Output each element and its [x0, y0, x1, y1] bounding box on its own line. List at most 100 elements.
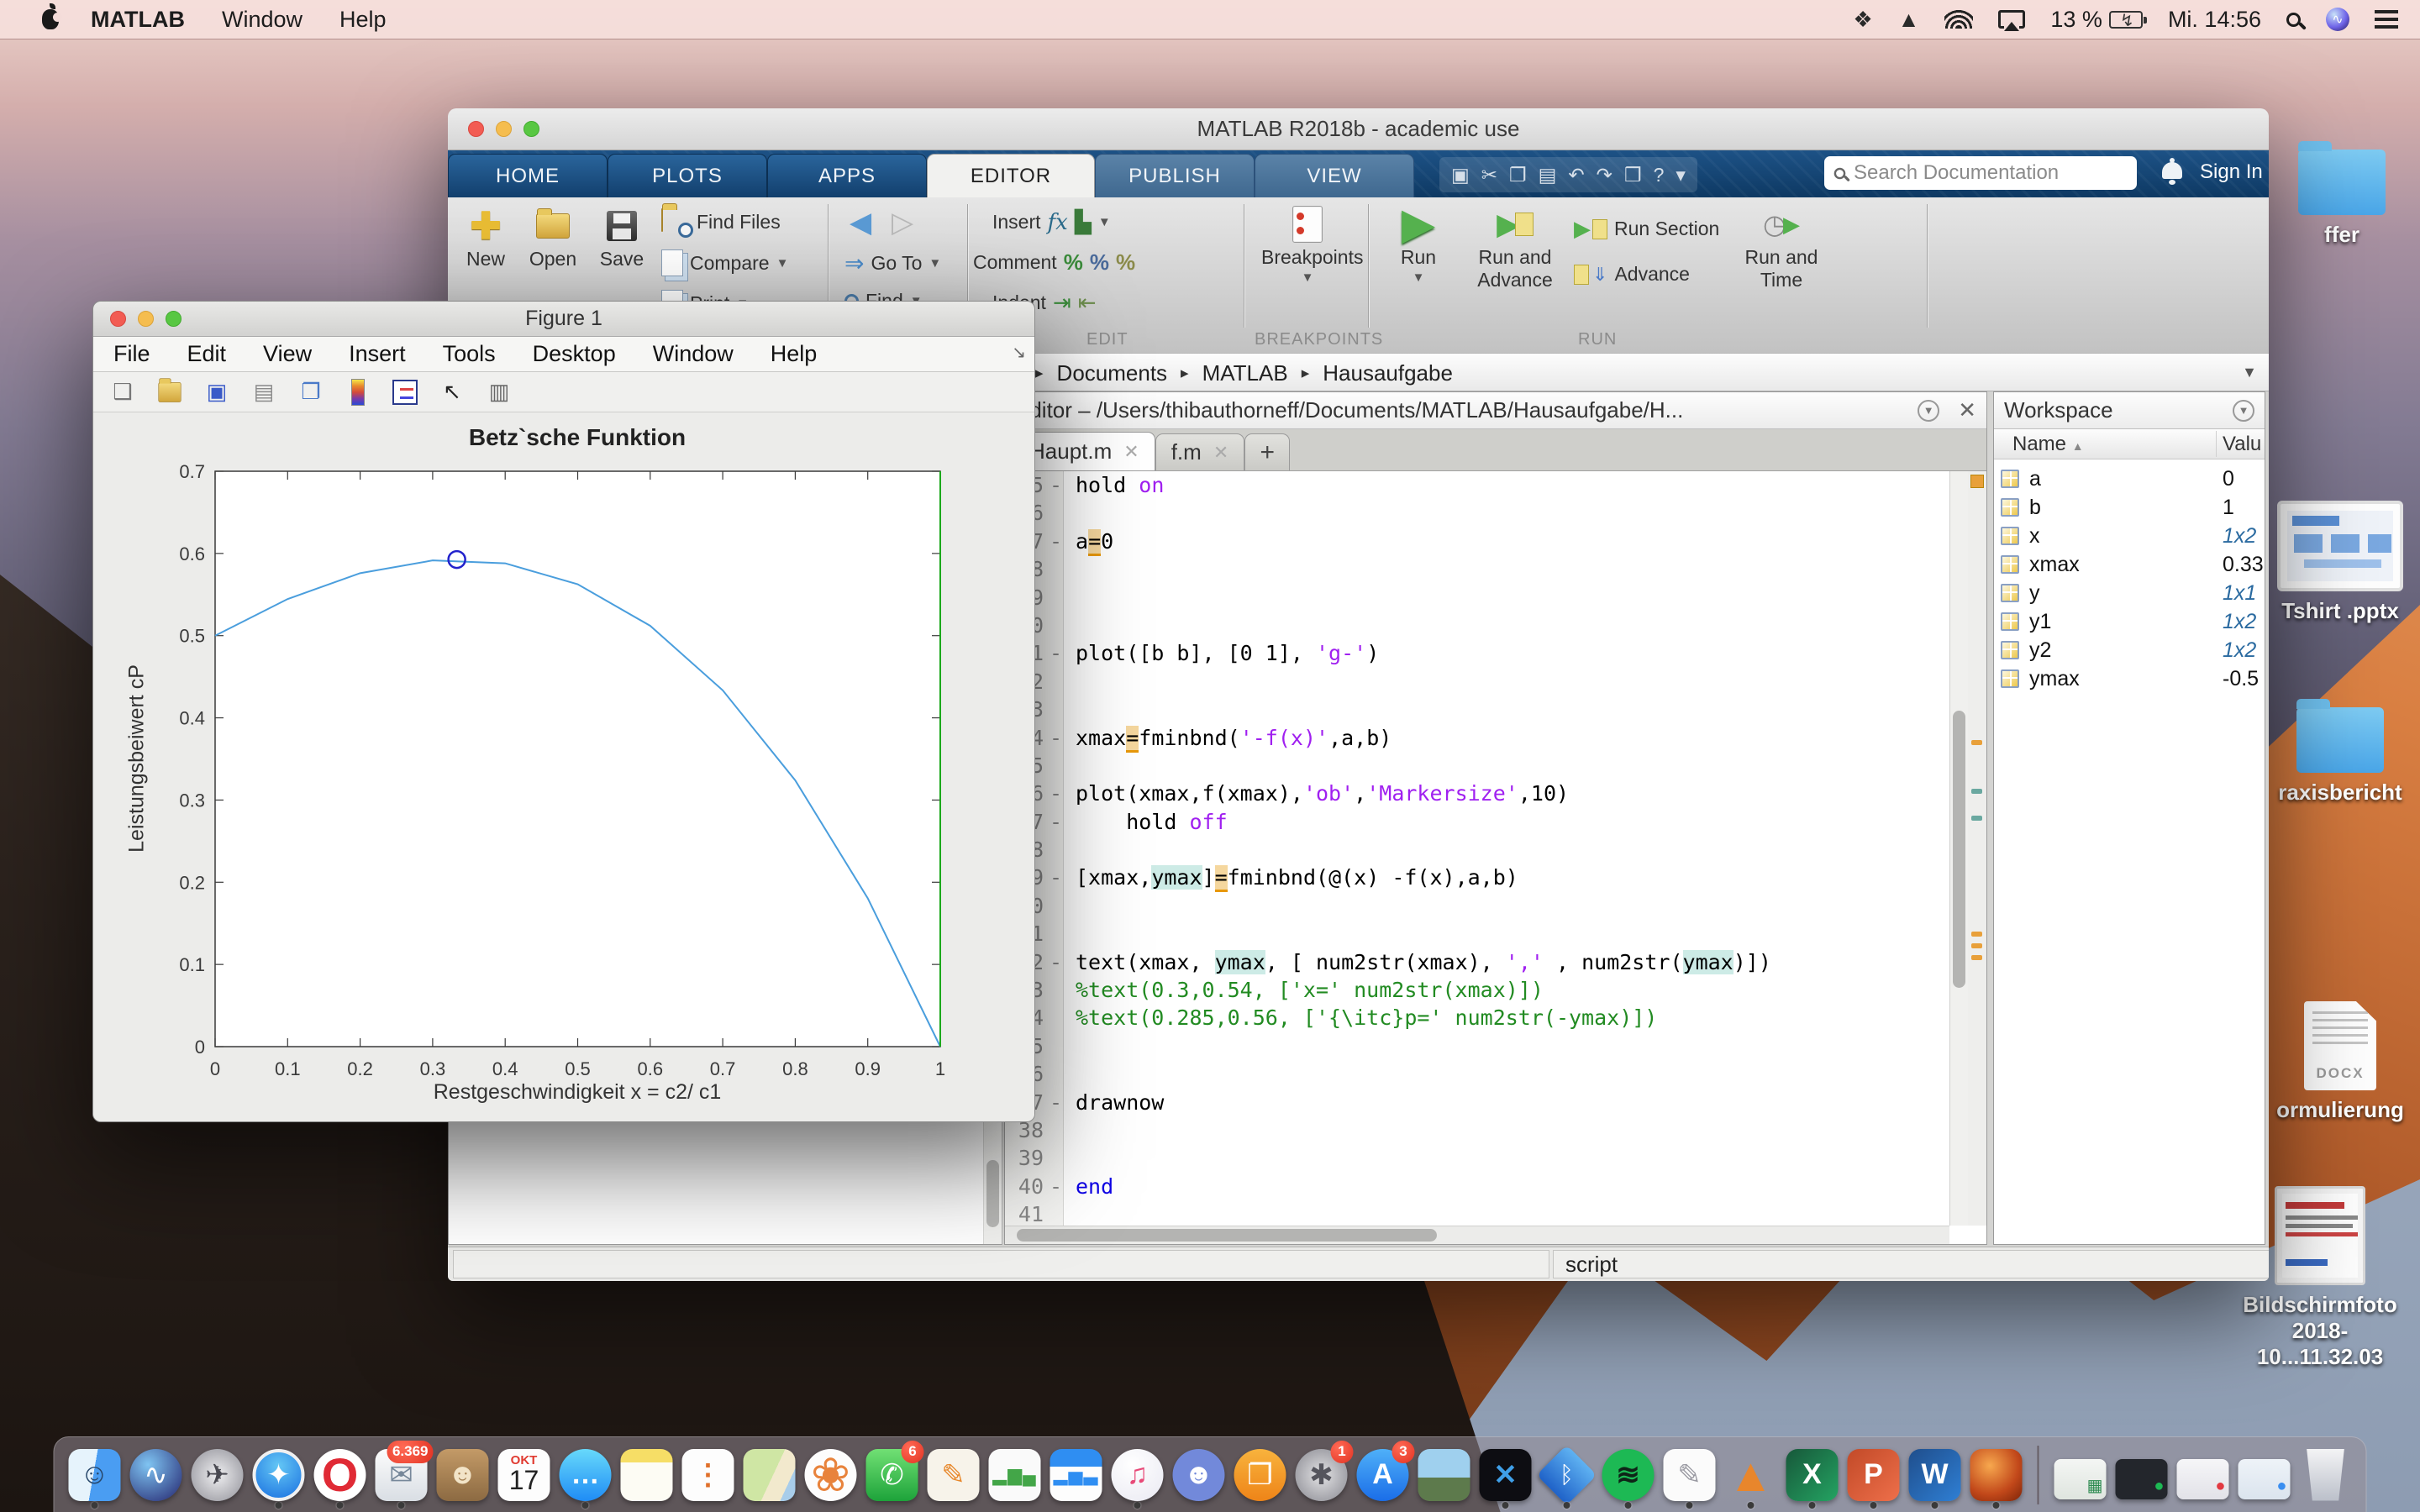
notification-center-icon[interactable]	[2375, 10, 2398, 29]
wrap-comments-icon[interactable]: %	[1116, 249, 1135, 276]
comment-controls[interactable]: Comment % % %	[973, 249, 1135, 276]
print-figure-icon[interactable]: ▤	[250, 378, 278, 407]
spotlight-icon[interactable]	[2286, 13, 2301, 27]
breadcrumb-documents[interactable]: Documents	[1057, 360, 1168, 386]
breakpoints-button[interactable]: Breakpoints ▼	[1261, 202, 1354, 285]
dock-maps[interactable]	[743, 1442, 797, 1508]
back-button[interactable]: ◀	[850, 206, 871, 239]
menu-bar-clock[interactable]: Mi. 14:56	[2168, 7, 2261, 33]
insert-legend-icon[interactable]	[391, 378, 419, 407]
search-documentation-box[interactable]	[1824, 156, 2137, 190]
battery-status[interactable]: 13 % ↯	[2050, 7, 2143, 33]
dock-minimized-dark-window[interactable]: ●	[2115, 1442, 2169, 1508]
dock-launchpad[interactable]: ✈	[191, 1442, 245, 1508]
edit-plot-pointer-icon[interactable]: ↖	[438, 378, 466, 407]
insert-function-icon[interactable]: fx	[1048, 210, 1068, 235]
search-documentation-input[interactable]	[1854, 161, 2106, 185]
ribbon-tab-editor[interactable]: EDITOR	[927, 154, 1095, 197]
dock-bluetooth-exchange[interactable]: ᛒ	[1540, 1442, 1594, 1508]
insert-colorbar-icon[interactable]	[344, 378, 372, 407]
breadcrumb-hausaufgabe[interactable]: Hausaufgabe	[1323, 360, 1453, 386]
ribbon-tab-apps[interactable]: APPS	[767, 154, 927, 197]
breadcrumb-dropdown-icon[interactable]: ▼	[2242, 364, 2257, 381]
editor-header[interactable]: Editor – /Users/thibauthorneff/Documents…	[1005, 392, 1986, 429]
annotation-mark[interactable]	[1971, 955, 1982, 960]
save-button[interactable]: Save	[586, 204, 658, 270]
help-icon[interactable]: ?	[1654, 164, 1665, 186]
mlint-indicator[interactable]	[1970, 475, 1984, 488]
link-plot-icon[interactable]: ❐	[297, 378, 325, 407]
dock-numbers[interactable]: ▂▆▄	[988, 1442, 1042, 1508]
desktop-file-tshirt-pptx[interactable]: Tshirt .pptx	[2269, 501, 2412, 624]
ribbon-tab-view[interactable]: VIEW	[1255, 154, 1414, 197]
matlab-titlebar[interactable]: MATLAB R2018b - academic use	[448, 108, 2269, 150]
annotation-mark[interactable]	[1971, 740, 1982, 745]
indent-right-icon[interactable]: ⇤	[1078, 290, 1097, 316]
workspace-row-x[interactable]: x1x2	[1994, 522, 2265, 550]
open-file-icon[interactable]	[155, 378, 184, 407]
run-and-time-button[interactable]: ◷ ▶ Run and Time	[1735, 202, 1828, 291]
run-and-advance-button[interactable]: ▶ Run and Advance	[1465, 202, 1565, 291]
figure-menu-file[interactable]: File	[113, 341, 150, 367]
figure-menu-help[interactable]: Help	[771, 341, 818, 367]
workspace-header[interactable]: Workspace ▼	[1994, 392, 2265, 429]
workspace-row-ymax[interactable]: ymax-0.5	[1994, 664, 2265, 693]
editor-vertical-scrollbar[interactable]	[1949, 471, 1968, 1226]
sign-in-link[interactable]: Sign In	[2200, 160, 2263, 184]
undo-icon[interactable]: ↶	[1568, 164, 1584, 186]
dock-reminders[interactable]: ⋮	[681, 1442, 735, 1508]
dock-minimized-safari-window[interactable]: ●	[2238, 1442, 2291, 1508]
ribbon-tab-home[interactable]: HOME	[448, 154, 608, 197]
copy-icon[interactable]: ❐	[1509, 164, 1527, 186]
dock-trash[interactable]	[2299, 1442, 2353, 1508]
insert-section-icon[interactable]: ▙	[1075, 209, 1092, 235]
uncomment-icon[interactable]: %	[1090, 249, 1109, 276]
airplay-icon[interactable]	[1998, 10, 2025, 29]
go-to-button[interactable]: ⇒ Go To▼	[844, 249, 941, 277]
save-icon[interactable]: ▣	[1451, 164, 1470, 186]
figure-menu-insert[interactable]: Insert	[349, 341, 406, 367]
dock-messages[interactable]: …	[559, 1442, 613, 1508]
dock-system-preferences[interactable]: ✱1	[1295, 1442, 1349, 1508]
close-tab-icon[interactable]: ✕	[1123, 441, 1139, 463]
apple-menu-icon[interactable]	[42, 9, 59, 29]
cut-icon[interactable]: ✂	[1481, 164, 1497, 186]
workspace-row-xmax[interactable]: xmax0.33	[1994, 550, 2265, 579]
redo-icon[interactable]: ↷	[1597, 164, 1612, 186]
annotation-mark[interactable]	[1971, 932, 1982, 937]
workspace-row-y[interactable]: y1x1	[1994, 579, 2265, 607]
dock-vlc[interactable]: ▲	[1724, 1442, 1778, 1508]
dock-patterns-sketch[interactable]: ✎	[1663, 1442, 1717, 1508]
dock-mail[interactable]: ✉6.369	[375, 1442, 429, 1508]
wifi-icon[interactable]	[1944, 10, 1973, 29]
menu-matlab[interactable]: MATLAB	[91, 7, 185, 33]
figure-titlebar[interactable]: Figure 1	[93, 302, 1034, 337]
dock-photos[interactable]: ❀	[804, 1442, 858, 1508]
dock-finder[interactable]: ☺	[68, 1442, 122, 1508]
run-button[interactable]: ▶ Run ▼	[1382, 202, 1455, 285]
property-editor-icon[interactable]: ▥	[485, 378, 513, 407]
breadcrumb-matlab[interactable]: MATLAB	[1202, 360, 1288, 386]
dock-app-store[interactable]: A3	[1356, 1442, 1410, 1508]
annotation-mark[interactable]	[1971, 789, 1982, 794]
code-area[interactable]: 15-hold on1617-a=018192021-plot([b b], […	[1005, 471, 1949, 1226]
desktop-folder-ffer[interactable]: ffer	[2279, 150, 2405, 248]
dock-notes[interactable]	[620, 1442, 674, 1508]
open-button[interactable]: Open	[517, 204, 589, 270]
workspace-row-y2[interactable]: y21x2	[1994, 636, 2265, 664]
dropdown-icon[interactable]: ▾	[1676, 164, 1686, 186]
figure-menu-desktop[interactable]: Desktop	[533, 341, 616, 367]
ribbon-tab-publish[interactable]: PUBLISH	[1095, 154, 1255, 197]
dock-discord[interactable]: ☻	[1172, 1442, 1226, 1508]
dock-siri[interactable]: ∿	[129, 1442, 183, 1508]
figure-menu-edit[interactable]: Edit	[187, 341, 227, 367]
workspace-menu-icon[interactable]: ▼	[2233, 400, 2254, 422]
advance-button[interactable]: ⇓ Advance	[1574, 263, 1690, 286]
dock-itunes[interactable]: ♫	[1111, 1442, 1165, 1508]
dock-preview-photo[interactable]	[1418, 1442, 1471, 1508]
editor-tab-f.m[interactable]: f.m✕	[1155, 433, 1245, 470]
dock-excel[interactable]: X	[1786, 1442, 1839, 1508]
desktop-file-formulierung[interactable]: DOCX ormulierung	[2269, 1001, 2412, 1123]
dock-safari[interactable]: ✦	[252, 1442, 306, 1508]
smart-indent-icon[interactable]: ⇥	[1053, 290, 1071, 316]
